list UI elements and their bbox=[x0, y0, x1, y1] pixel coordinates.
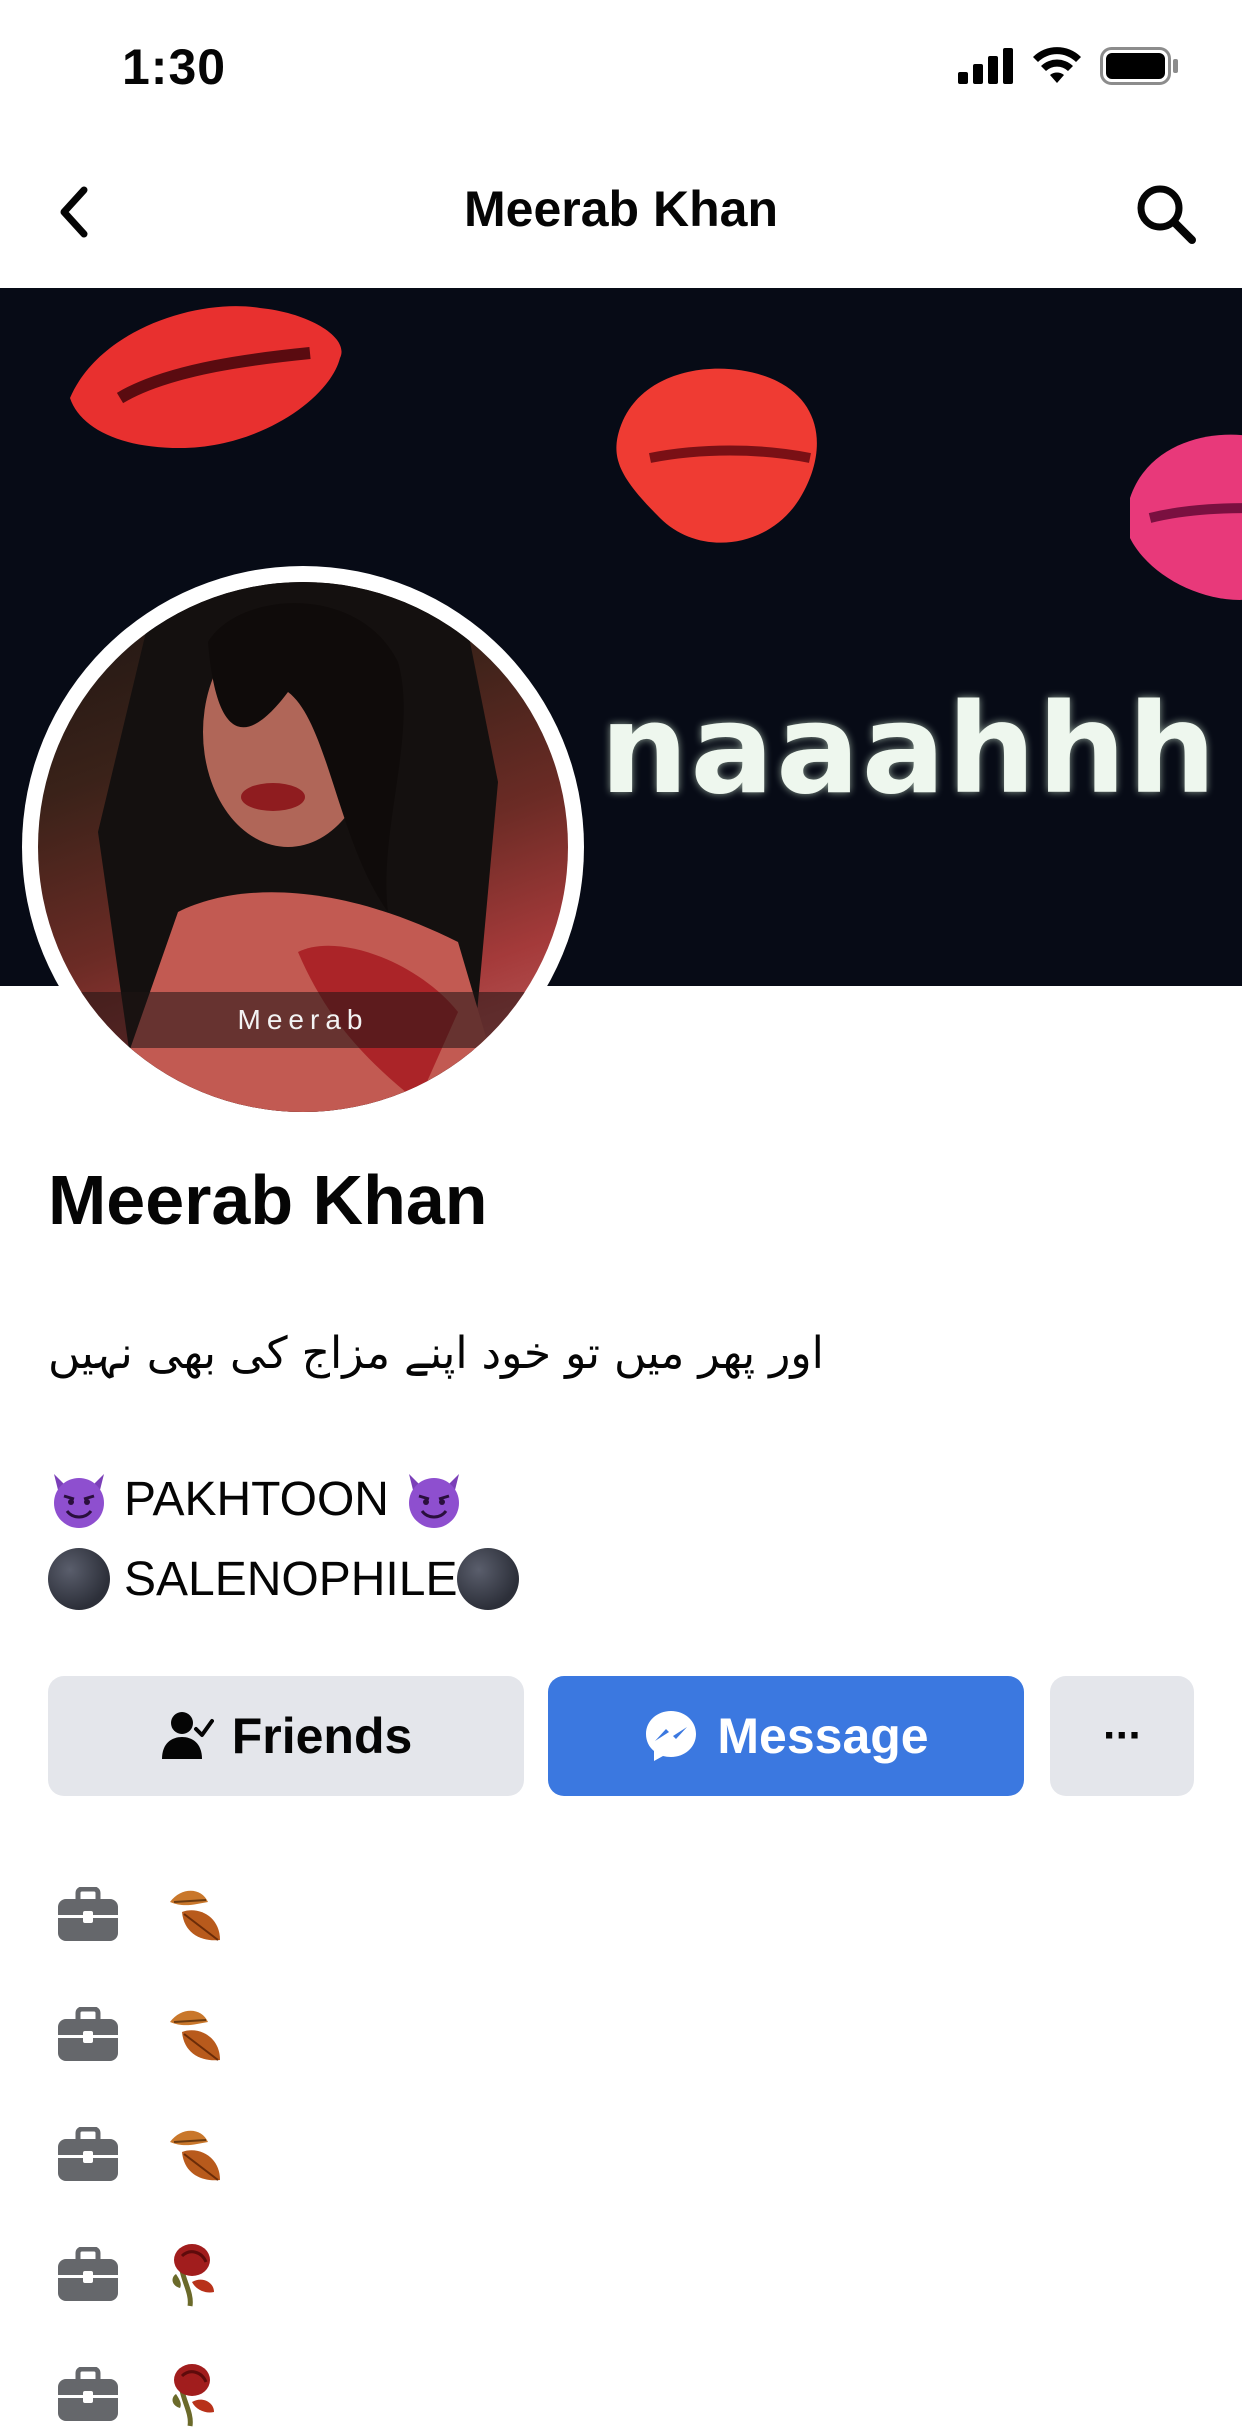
bio-text-salenophile: SALENOPHILE bbox=[124, 1552, 458, 1606]
fallen-leaf-emoji bbox=[170, 2010, 220, 2061]
detail-row[interactable] bbox=[56, 1880, 226, 1950]
bio-line: SALENOPHILE bbox=[48, 1548, 520, 1610]
search-icon bbox=[1137, 185, 1196, 244]
briefcase-icon bbox=[58, 2127, 118, 2181]
lips-decoration bbox=[1130, 434, 1242, 600]
detail-row[interactable] bbox=[56, 2240, 226, 2310]
wifi-icon bbox=[1033, 47, 1081, 83]
fallen-leaf-emoji bbox=[170, 1890, 220, 1941]
more-dots-icon: ··· bbox=[1103, 1711, 1143, 1760]
briefcase-icon bbox=[58, 2247, 118, 2301]
profile-picture[interactable]: Meerab bbox=[38, 582, 568, 1112]
status-bar: 1:30 bbox=[0, 0, 1242, 140]
cellular-signal-icon bbox=[958, 48, 1013, 84]
new-moon-face-icon bbox=[48, 1548, 110, 1610]
briefcase-icon bbox=[58, 2367, 118, 2421]
detail-row[interactable] bbox=[56, 2120, 226, 2190]
smiling-devil-icon bbox=[408, 1474, 459, 1528]
briefcase-icon bbox=[58, 2007, 118, 2061]
friends-label: Friends bbox=[231, 1708, 413, 1764]
nav-bar: Meerab Khan bbox=[0, 140, 1242, 288]
wilted-rose-emoji bbox=[172, 2364, 214, 2427]
message-button[interactable]: Message bbox=[548, 1676, 1024, 1796]
message-label: Message bbox=[717, 1708, 929, 1764]
avatar-caption: Meerab bbox=[38, 992, 568, 1048]
status-time: 1:30 bbox=[122, 39, 227, 95]
nav-title: Meerab Khan bbox=[464, 181, 778, 237]
person-check-icon bbox=[161, 1712, 214, 1759]
status-icons bbox=[958, 46, 1180, 86]
wilted-rose-emoji bbox=[172, 2244, 214, 2307]
new-moon-face-icon bbox=[457, 1548, 520, 1610]
cover-text: naaahhh bbox=[600, 678, 1219, 822]
profile-name: Meerab Khan bbox=[48, 1161, 488, 1239]
fallen-leaf-emoji bbox=[170, 2130, 220, 2181]
more-button[interactable]: ··· bbox=[1050, 1676, 1194, 1796]
lips-decoration bbox=[70, 306, 342, 448]
friends-button[interactable]: Friends bbox=[48, 1676, 524, 1796]
bio-urdu: اور پھر میں تو خود اپنے مزاج کی بھی نہیں bbox=[48, 1328, 824, 1379]
detail-row[interactable] bbox=[56, 2000, 226, 2070]
smiling-devil-icon bbox=[54, 1474, 104, 1528]
search-button[interactable] bbox=[1126, 174, 1206, 254]
messenger-icon bbox=[646, 1711, 697, 1761]
bio-text-pakhtoon: PAKHTOON bbox=[124, 1472, 389, 1526]
battery-icon bbox=[1100, 47, 1178, 85]
briefcase-icon bbox=[58, 1887, 118, 1941]
bio-line: PAKHTOON bbox=[48, 1468, 465, 1530]
detail-row[interactable] bbox=[56, 2360, 226, 2430]
lips-decoration bbox=[616, 368, 817, 543]
